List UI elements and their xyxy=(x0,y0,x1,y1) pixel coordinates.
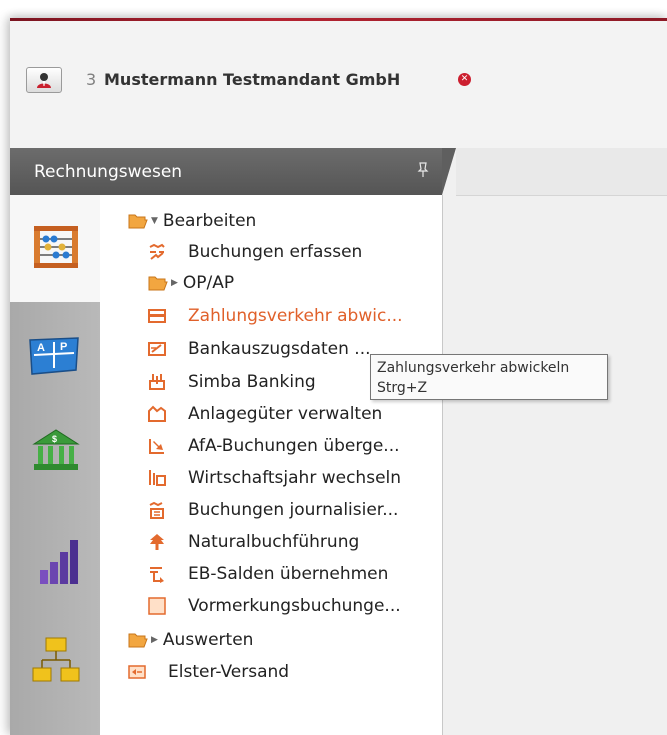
tree-icon xyxy=(150,534,164,550)
pin-icon[interactable] xyxy=(416,161,430,184)
tree-item-anlagegueter[interactable]: Anlagegüter verwalten xyxy=(148,399,382,429)
bank-icon[interactable]: $ xyxy=(32,428,80,476)
balance-transfer-icon xyxy=(150,567,164,583)
tree-item-buchungen-erfassen[interactable]: Buchungen erfassen xyxy=(148,237,362,267)
user-button[interactable] xyxy=(26,67,62,93)
tree-group-auswerten[interactable]: ▶ Auswerten xyxy=(128,625,253,655)
booking-entry-icon xyxy=(149,243,165,260)
simba-banking-icon xyxy=(149,374,165,390)
tree-item-label: Elster-Versand xyxy=(168,662,290,682)
tree-group-bearbeiten[interactable]: ▼ Bearbeiten xyxy=(128,206,256,236)
tree-item-bankauszugsdaten[interactable]: Bankauszugsdaten ... xyxy=(148,334,371,364)
close-mandant-icon[interactable]: ✕ xyxy=(458,73,471,86)
folder-open-icon xyxy=(128,214,148,229)
ap-ledger-icon[interactable]: A P xyxy=(28,336,80,380)
tree-item-label: EB-Salden übernehmen xyxy=(188,564,389,584)
depreciation-icon xyxy=(149,439,164,454)
panel-title: Rechnungswesen xyxy=(34,162,183,182)
folder-open-icon xyxy=(128,633,148,648)
expanded-arrow-icon: ▼ xyxy=(151,216,158,226)
tree-item-afa-buchungen[interactable]: AfA-Buchungen überge... xyxy=(148,431,400,461)
elster-icon xyxy=(128,665,146,679)
tree-item-label: Zahlungsverkehr abwic... xyxy=(188,306,403,326)
tooltip-title: Zahlungsverkehr abwickeln xyxy=(377,360,570,376)
svg-text:$: $ xyxy=(52,434,57,444)
tree-group-label: Auswerten xyxy=(162,630,254,650)
collapsed-arrow-icon: ▶ xyxy=(171,278,178,288)
mandant-number: 3 xyxy=(86,70,97,89)
panel-tab-edge xyxy=(442,148,456,195)
tree-item-label: Buchungen journalisier... xyxy=(188,500,399,520)
navigation-tree: ▼ Bearbeiten Buchungen erfassen ▶ OP/AP … xyxy=(100,195,443,735)
svg-text:P: P xyxy=(60,341,67,353)
tree-group-label: Bearbeiten xyxy=(162,211,257,231)
tree-item-naturalbuchfuehrung[interactable]: Naturalbuchführung xyxy=(148,527,359,557)
journal-icon xyxy=(149,501,164,519)
tree-item-eb-salden[interactable]: EB-Salden übernehmen xyxy=(148,559,388,589)
content-area xyxy=(456,148,667,735)
svg-text:A: A xyxy=(37,342,45,354)
tree-item-elster-versand[interactable]: Elster-Versand xyxy=(128,657,289,687)
reserved-booking-icon xyxy=(148,597,166,615)
tooltip: Zahlungsverkehr abwickeln Strg+Z xyxy=(370,354,608,400)
bank-statement-icon xyxy=(148,342,166,356)
tree-item-simba-banking[interactable]: Simba Banking xyxy=(148,367,316,397)
assets-icon xyxy=(148,405,166,422)
tree-item-label: AfA-Buchungen überge... xyxy=(188,436,400,456)
tree-item-label: Vormerkungsbuchunge... xyxy=(188,596,401,616)
header-bar: 3 Mustermann Testmandant GmbH ✕ xyxy=(10,21,667,149)
app-window: 3 Mustermann Testmandant GmbH ✕ Rechnung… xyxy=(10,18,667,735)
tree-item-label: Anlagegüter verwalten xyxy=(188,404,383,424)
folder-open-icon xyxy=(148,276,168,291)
tree-item-vormerkungsbuchungen[interactable]: Vormerkungsbuchunge... xyxy=(148,591,401,621)
tree-item-label: Buchungen erfassen xyxy=(188,242,363,262)
tree-item-label: Bankauszugsdaten ... xyxy=(188,339,371,359)
tree-item-zahlungsverkehr[interactable]: Zahlungsverkehr abwic... xyxy=(148,301,403,331)
user-icon xyxy=(37,73,51,88)
tree-item-label: Naturalbuchführung xyxy=(188,532,360,552)
tree-group-opap[interactable]: ▶ OP/AP xyxy=(148,268,234,298)
tree-item-label: Simba Banking xyxy=(188,372,316,392)
tooltip-shortcut: Strg+Z xyxy=(377,380,428,396)
tree-item-wirtschaftsjahr[interactable]: Wirtschaftsjahr wechseln xyxy=(148,463,401,493)
abacus-icon[interactable] xyxy=(32,224,80,274)
org-chart-icon[interactable] xyxy=(32,636,80,692)
content-tab-bar xyxy=(456,148,667,196)
payment-card-icon xyxy=(148,309,166,323)
panel-header: Rechnungswesen xyxy=(10,148,442,195)
mandant-name: Mustermann Testmandant GmbH xyxy=(104,70,401,89)
tree-item-label: Wirtschaftsjahr wechseln xyxy=(188,468,402,488)
bar-chart-icon[interactable] xyxy=(38,536,82,590)
tree-group-label: OP/AP xyxy=(182,273,235,293)
tree-item-journalisieren[interactable]: Buchungen journalisier... xyxy=(148,495,398,525)
fiscal-year-icon xyxy=(149,470,166,486)
collapsed-arrow-icon: ▶ xyxy=(151,635,158,645)
